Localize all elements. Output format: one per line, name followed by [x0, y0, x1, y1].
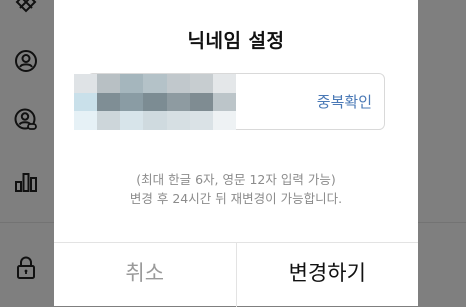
background-divider [418, 222, 466, 223]
help-text-line-1: (최대 한글 6자, 영문 12자 입력 가능) [136, 172, 336, 187]
user-icon[interactable] [10, 45, 42, 77]
modal-title: 닉네임 설정 [187, 30, 285, 52]
duplicate-check-button[interactable]: 중복확인 [317, 74, 372, 131]
help-text-line-2: 변경 후 24시간 뒤 재변경이 가능합니다. [129, 191, 343, 206]
chart-icon[interactable] [10, 165, 42, 197]
sidebar-divider [0, 222, 54, 223]
modal-footer: 취소 변경하기 [54, 242, 418, 307]
confirm-change-button[interactable]: 변경하기 [237, 243, 419, 307]
user-link-icon[interactable] [10, 104, 42, 136]
cancel-button[interactable]: 취소 [54, 243, 237, 307]
background-panel [418, 0, 466, 306]
settings-icon[interactable] [10, 0, 42, 18]
lock-icon[interactable] [10, 252, 42, 284]
help-text: (최대 한글 6자, 영문 12자 입력 가능) 변경 후 24시간 뒤 재변경… [54, 170, 418, 208]
nickname-modal: 닉네임 설정 중복확인 (최대 한글 6자, 영문 12자 입력 가능) 변경 … [54, 0, 418, 307]
sidebar [0, 0, 54, 306]
blurred-nickname-value [74, 74, 236, 130]
nickname-input[interactable]: 중복확인 [74, 73, 385, 131]
